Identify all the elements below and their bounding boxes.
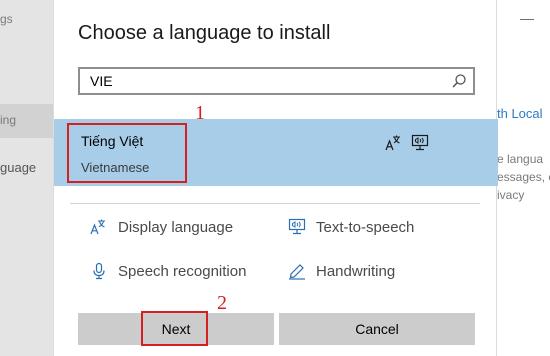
background-link: th Local — [497, 106, 543, 121]
search-value: VIE — [90, 73, 113, 89]
divider — [70, 203, 480, 204]
feature-label: Display language — [118, 218, 234, 236]
display-language-icon — [385, 134, 403, 152]
annotation-highlight-language — [67, 123, 187, 183]
background-window-right: — th Local e langua essages, e ivacy — [497, 0, 550, 356]
dialog-title: Choose a language to install — [78, 22, 331, 44]
feature-handwriting: Handwriting — [288, 262, 395, 280]
search-icon[interactable] — [451, 73, 467, 89]
background-selected-band: ing — [0, 104, 53, 138]
feature-label: Text-to-speech — [316, 218, 415, 236]
feature-label: Speech recognition — [118, 262, 247, 280]
background-text: ivacy — [497, 188, 525, 202]
background-text: guage — [0, 160, 37, 175]
annotation-step-1: 1 — [195, 102, 205, 124]
feature-display-language: Display language — [90, 218, 233, 236]
text-to-speech-icon — [288, 218, 306, 236]
background-text: e langua — [497, 152, 544, 166]
annotation-highlight-next — [141, 311, 208, 346]
display-language-icon — [90, 218, 108, 236]
feature-label: Handwriting — [316, 262, 396, 280]
background-text: essages, e — [497, 170, 550, 184]
background-window-left: gs ing guage — [0, 0, 53, 356]
handwriting-icon — [288, 262, 306, 280]
background-text: ing — [0, 113, 17, 127]
minimize-icon: — — [520, 10, 534, 26]
language-capabilities — [385, 134, 429, 152]
feature-text-to-speech: Text-to-speech — [288, 218, 414, 236]
text-to-speech-icon — [411, 134, 429, 152]
search-input[interactable]: VIE — [78, 67, 475, 95]
background-text: gs — [0, 12, 13, 26]
annotation-step-2: 2 — [217, 292, 227, 314]
microphone-icon — [90, 262, 108, 280]
cancel-button[interactable]: Cancel — [279, 313, 475, 345]
feature-speech-recognition: Speech recognition — [90, 262, 246, 280]
